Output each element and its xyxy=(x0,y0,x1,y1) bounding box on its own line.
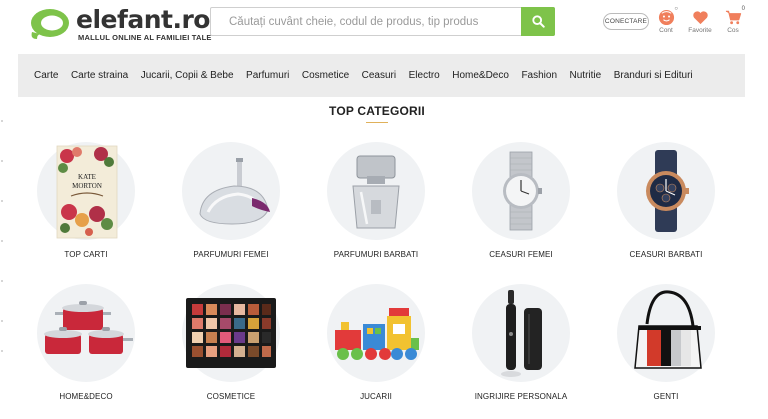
category-ceasuri-barbati[interactable]: CEASURI BARBATI xyxy=(611,142,721,259)
category-label: HOME&DECO xyxy=(59,392,113,401)
category-ingrijire-personala[interactable]: INGRIJIRE PERSONALA xyxy=(466,284,576,401)
nav-item-electro[interactable]: Electro xyxy=(409,70,440,81)
category-image xyxy=(472,284,570,382)
nav-item-cosmetice[interactable]: Cosmetice xyxy=(302,70,349,81)
category-cosmetice[interactable]: COSMETICE xyxy=(176,284,286,401)
category-label: TOP CARTI xyxy=(64,250,108,259)
perfume-men-icon xyxy=(352,155,400,229)
nav-item-home-deco[interactable]: Home&Deco xyxy=(452,70,509,81)
category-label: CEASURI FEMEI xyxy=(489,250,553,259)
favorites-button[interactable]: Favorite xyxy=(686,9,714,39)
category-image xyxy=(182,284,280,382)
heart-icon xyxy=(692,11,708,25)
nav-item-branduri[interactable]: Branduri si Edituri xyxy=(614,70,693,81)
category-top-carti[interactable]: KATE MORTON TOP CARTI xyxy=(31,142,141,259)
search-input[interactable] xyxy=(211,8,523,35)
logo-tagline: MALLUL ONLINE AL FAMILIEI TALE xyxy=(78,33,212,42)
category-label: INGRIJIRE PERSONALA xyxy=(474,392,568,401)
logo-name: elefant.ro xyxy=(76,5,210,34)
logo-icon xyxy=(31,9,69,39)
handbag-icon xyxy=(634,290,702,369)
cart-button[interactable]: 0 Cos xyxy=(719,6,747,39)
nav-item-carte-straina[interactable]: Carte straina xyxy=(71,70,128,81)
category-label: COSMETICE xyxy=(206,392,256,401)
section-title: TOP CATEGORII xyxy=(329,104,425,118)
logo[interactable]: elefant.ro MALLUL ONLINE AL FAMILIEI TAL… xyxy=(28,5,211,42)
category-image xyxy=(617,284,715,382)
category-label: GENTI xyxy=(653,392,679,401)
nav-item-jucarii[interactable]: Jucarii, Copii & Bebe xyxy=(141,70,234,81)
book-icon: KATE MORTON xyxy=(56,145,118,239)
search-icon xyxy=(531,15,545,28)
account-button[interactable]: ○ Cont xyxy=(652,6,680,39)
cart-icon xyxy=(725,10,741,25)
favorites-label: Favorite xyxy=(688,27,712,34)
nav-item-ceasuri[interactable]: Ceasuri xyxy=(362,70,396,81)
book-author-2: MORTON xyxy=(72,182,102,190)
nav-item-nutritie[interactable]: Nutritie xyxy=(570,70,602,81)
category-label: JUCARII xyxy=(360,392,392,401)
category-image xyxy=(327,142,425,240)
category-image xyxy=(37,284,135,382)
cart-label: Cos xyxy=(727,27,739,34)
category-label: PARFUMURI BARBATI xyxy=(333,250,419,259)
category-home-deco[interactable]: HOME&DECO xyxy=(31,284,141,401)
category-label: PARFUMURI FEMEI xyxy=(193,250,269,259)
title-underline xyxy=(366,122,388,123)
category-genti[interactable]: GENTI xyxy=(611,284,721,401)
nav-list: Carte Carte straina Jucarii, Copii & Beb… xyxy=(18,54,745,97)
nav-item-carte[interactable]: Carte xyxy=(34,70,58,81)
cookware-icon xyxy=(44,301,133,354)
watch-men-icon xyxy=(646,150,689,232)
category-parfumuri-femei[interactable]: PARFUMURI FEMEI xyxy=(176,142,286,259)
category-label: CEASURI BARBATI xyxy=(629,250,703,259)
category-jucarii[interactable]: JUCARII xyxy=(321,284,431,401)
book-author-1: KATE xyxy=(78,173,96,181)
category-image: KATE MORTON xyxy=(37,142,135,240)
account-icon xyxy=(658,9,674,26)
main-nav: Carte Carte straina Jucarii, Copii & Beb… xyxy=(18,54,745,97)
search-button[interactable] xyxy=(521,7,555,36)
toothbrush-icon xyxy=(501,290,542,377)
category-image xyxy=(472,142,570,240)
palette-icon xyxy=(186,298,276,368)
toy-train-icon xyxy=(335,308,419,360)
login-button[interactable]: CONECTARE xyxy=(603,13,649,30)
perfume-women-icon xyxy=(199,158,270,225)
nav-item-parfumuri[interactable]: Parfumuri xyxy=(246,70,289,81)
category-image xyxy=(327,284,425,382)
left-edge-dots xyxy=(1,120,3,352)
account-label: Cont xyxy=(659,27,673,34)
account-badge: ○ xyxy=(674,6,678,12)
search-bar xyxy=(210,7,555,36)
cart-count: 0 xyxy=(741,6,745,12)
nav-item-fashion[interactable]: Fashion xyxy=(521,70,557,81)
category-image xyxy=(182,142,280,240)
watch-women-icon xyxy=(503,151,542,231)
category-parfumuri-barbati[interactable]: PARFUMURI BARBATI xyxy=(321,142,431,259)
category-image xyxy=(617,142,715,240)
header: elefant.ro MALLUL ONLINE AL FAMILIEI TAL… xyxy=(0,0,768,50)
category-ceasuri-femei[interactable]: CEASURI FEMEI xyxy=(466,142,576,259)
